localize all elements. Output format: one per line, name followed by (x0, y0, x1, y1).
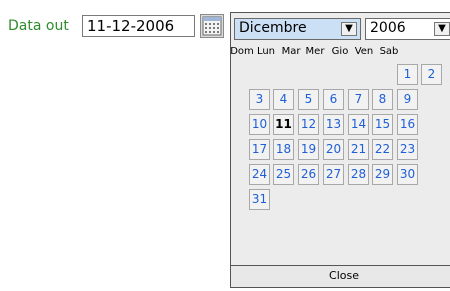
calendar-day[interactable]: 13 (323, 114, 344, 135)
calendar-day[interactable]: 16 (397, 114, 418, 135)
month-value: Dicembre (239, 20, 307, 36)
calendar-day[interactable]: 12 (298, 114, 319, 135)
calendar-day[interactable]: 8 (372, 89, 393, 110)
calendar-day[interactable]: 23 (397, 139, 418, 160)
close-button[interactable]: Close (231, 265, 450, 287)
calendar-day[interactable]: 17 (249, 139, 270, 160)
calendar-day[interactable]: 24 (249, 164, 270, 185)
month-select[interactable]: Dicembre ▼ (234, 18, 361, 40)
calendar-day[interactable]: 10 (249, 114, 270, 135)
date-out-label: Data out (8, 18, 69, 34)
calendar-icon (202, 16, 222, 36)
calendar-day[interactable]: 19 (298, 139, 319, 160)
calendar-day-selected[interactable]: 11 (273, 114, 294, 135)
calendar-popup: Dicembre ▼ 2006 ▼ Dom Lun Mar Mer Gio Ve… (230, 12, 450, 288)
calendar-day[interactable]: 5 (298, 89, 319, 110)
calendar-day[interactable]: 9 (397, 89, 418, 110)
calendar-day[interactable]: 27 (323, 164, 344, 185)
calendar-day[interactable]: 30 (397, 164, 418, 185)
calendar-day[interactable]: 1 (397, 64, 418, 85)
calendar-day[interactable]: 28 (348, 164, 369, 185)
calendar-day[interactable]: 26 (298, 164, 319, 185)
calendar-day[interactable]: 18 (273, 139, 294, 160)
calendar-day[interactable]: 21 (348, 139, 369, 160)
calendar-day[interactable]: 14 (348, 114, 369, 135)
calendar-day[interactable]: 22 (372, 139, 393, 160)
calendar-day[interactable]: 6 (323, 89, 344, 110)
calendar-day[interactable]: 4 (273, 89, 294, 110)
year-value: 2006 (370, 20, 406, 36)
chevron-down-icon: ▼ (341, 22, 357, 36)
calendar-day[interactable]: 7 (348, 89, 369, 110)
weekday-header: Sab (379, 46, 399, 57)
date-out-input[interactable]: 11-12-2006 (82, 15, 195, 37)
calendar-day[interactable]: 2 (421, 64, 442, 85)
calendar-button[interactable] (200, 14, 224, 38)
calendar-day[interactable]: 25 (273, 164, 294, 185)
calendar-day[interactable]: 31 (249, 189, 270, 210)
chevron-down-icon: ▼ (434, 22, 450, 36)
calendar-day[interactable]: 20 (323, 139, 344, 160)
calendar-day[interactable]: 15 (372, 114, 393, 135)
calendar-day[interactable]: 3 (249, 89, 270, 110)
year-select[interactable]: 2006 ▼ (365, 18, 450, 40)
calendar-day[interactable]: 29 (372, 164, 393, 185)
